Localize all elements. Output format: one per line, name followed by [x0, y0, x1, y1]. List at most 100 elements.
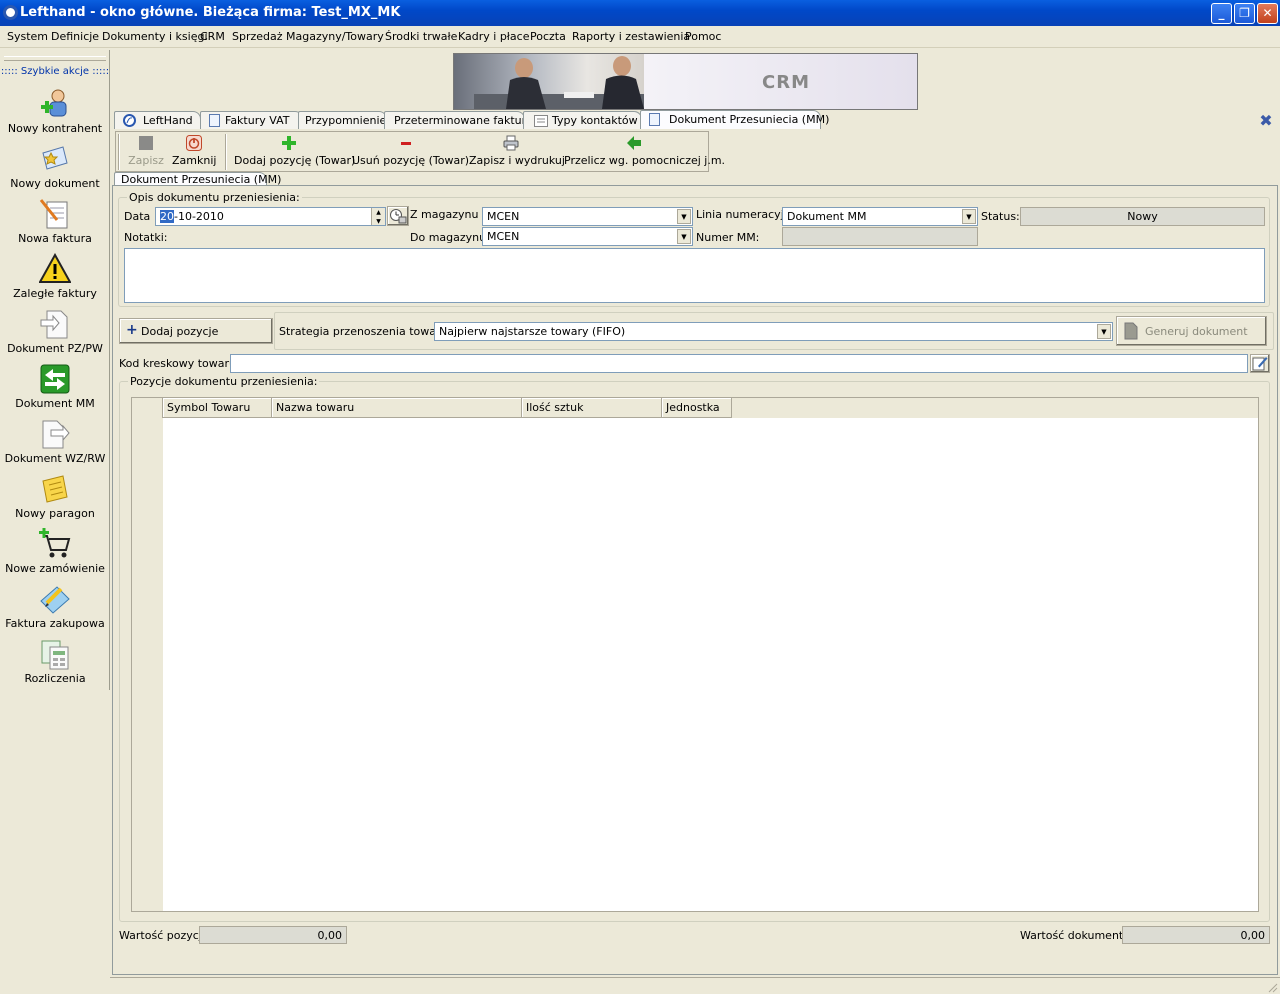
- items-table[interactable]: Symbol Towaru Nazwa towaru Ilość sztuk J…: [131, 397, 1259, 912]
- tab-lefthand[interactable]: LeftHand: [114, 111, 201, 129]
- barcode-label: Kod kreskowy towaru:: [119, 357, 240, 370]
- window-title: Lefthand - okno główne. Bieżąca firma: T…: [20, 5, 401, 20]
- date-selected: 20: [160, 210, 174, 223]
- resize-grip-icon[interactable]: [1266, 981, 1278, 993]
- sidebar-item-label: Nowy paragon: [15, 507, 95, 520]
- lefthand-logo-icon: [123, 114, 136, 127]
- tab-label: Dokument Przesuniecia (MM): [669, 113, 830, 126]
- sidebar-item-faktura-zakupowa[interactable]: Faktura zakupowa: [0, 583, 110, 638]
- list-icon: [534, 115, 548, 127]
- from-warehouse-label: Z magazynu: [410, 208, 479, 221]
- group-legend: Pozycje dokumentu przeniesienia:: [130, 375, 318, 388]
- sidebar-item-rozliczenia[interactable]: Rozliczenia: [0, 638, 110, 693]
- tab-przeterminowane-faktury[interactable]: Przeterminowane faktury: [384, 111, 533, 129]
- column-header[interactable]: Nazwa towaru: [272, 398, 522, 418]
- notes-textarea[interactable]: [124, 248, 1265, 303]
- notes-label: Notatki:: [124, 231, 168, 244]
- add-items-button[interactable]: + Dodaj pozycje: [119, 318, 273, 344]
- remove-item-button[interactable]: Usuń pozycję (Towar): [352, 132, 469, 171]
- tab-typy-kontaktow[interactable]: Typy kontaktów: [523, 111, 642, 129]
- minus-icon: [401, 142, 411, 145]
- tab-przypomnienie[interactable]: Przypomnienie: [298, 111, 387, 129]
- crm-banner: CRM: [453, 53, 918, 110]
- sidebar-item-dokument-wz-rw[interactable]: Dokument WZ/RW: [0, 418, 110, 473]
- edit-barcode-button[interactable]: [1250, 354, 1270, 373]
- sidebar-grip: [4, 56, 106, 61]
- sidebar-item-dokument-pz-pw[interactable]: Dokument PZ/PW: [0, 308, 110, 363]
- tab-label: Przeterminowane faktury: [394, 114, 533, 127]
- generate-document-button[interactable]: Generuj dokument: [1116, 316, 1267, 346]
- menu-bar: System Definicje Dokumenty i księgi CRM …: [0, 26, 1280, 48]
- minimize-button[interactable]: _: [1211, 3, 1232, 24]
- menu-crm[interactable]: CRM: [200, 30, 225, 43]
- sidebar-item-nowy-paragon[interactable]: Nowy paragon: [0, 473, 110, 528]
- date-label: Data: [124, 210, 151, 223]
- save-button[interactable]: Zapisz: [126, 132, 166, 171]
- close-document-button[interactable]: Zamknij: [172, 132, 216, 171]
- strategy-value: Najpierw najstarsze towary (FIFO): [439, 325, 626, 338]
- date-field[interactable]: 20-10-2010 ▲ ▼: [155, 207, 386, 226]
- calendar-button[interactable]: [387, 206, 409, 226]
- save-label: Zapisz: [128, 154, 164, 167]
- status-field: Nowy: [1020, 207, 1265, 226]
- add-item-button[interactable]: Dodaj pozycję (Towar): [234, 132, 355, 171]
- purchase-invoice-icon: [40, 586, 70, 614]
- row-header-column: [132, 398, 163, 418]
- strategy-label: Strategia przenoszenia towarów:: [279, 325, 460, 338]
- calendar-clock-icon: [390, 209, 407, 224]
- strategy-select[interactable]: Najpierw najstarsze towary (FIFO) ▼: [434, 322, 1113, 341]
- save-print-label: Zapisz i wydrukuj: [469, 154, 565, 167]
- close-window-button[interactable]: ✕: [1257, 3, 1278, 24]
- date-spinner[interactable]: ▲ ▼: [371, 208, 385, 225]
- sidebar-item-label: Nowy kontrahent: [7, 122, 103, 135]
- from-warehouse-select[interactable]: MCEN ▼: [482, 207, 693, 226]
- menu-poczta[interactable]: Poczta: [530, 30, 566, 43]
- menu-system[interactable]: System: [7, 30, 48, 43]
- menu-pomoc[interactable]: Pomoc: [685, 30, 721, 43]
- settlements-icon: [41, 640, 69, 670]
- sidebar-item-zalegle-faktury[interactable]: Zaległe faktury: [0, 253, 110, 308]
- stop-icon: [139, 136, 153, 150]
- chevron-down-icon[interactable]: ▼: [1097, 324, 1111, 339]
- numbering-line-value: Dokument MM: [787, 210, 867, 223]
- invoice-icon: [39, 199, 68, 229]
- column-header[interactable]: Symbol Towaru: [163, 398, 272, 418]
- column-header[interactable]: Jednostka: [662, 398, 732, 418]
- menu-srodki-trwale[interactable]: Środki trwałe: [385, 30, 457, 43]
- menu-magazyny[interactable]: Magazyny/Towary: [286, 30, 384, 43]
- menu-raporty[interactable]: Raporty i zestawienia: [572, 30, 690, 43]
- close-tab-icon[interactable]: ✖: [1257, 113, 1275, 129]
- app-logo-icon: [3, 5, 18, 20]
- menu-sprzedaz[interactable]: Sprzedaż: [232, 30, 283, 43]
- sidebar-item-label: Dokument PZ/PW: [7, 342, 103, 355]
- save-print-button[interactable]: Zapisz i wydrukuj: [469, 132, 565, 171]
- sidebar-item-nowe-zamowienie[interactable]: Nowe zamówienie: [0, 528, 110, 583]
- tab-dokument-przesuniecia[interactable]: Dokument Przesuniecia (MM): [640, 110, 829, 129]
- column-header[interactable]: Ilość sztuk: [522, 398, 662, 418]
- restore-button[interactable]: ❐: [1234, 3, 1255, 24]
- add-items-label: Dodaj pozycje: [141, 325, 219, 338]
- tab-faktury-vat[interactable]: Faktury VAT: [200, 111, 303, 129]
- document-value-label: Wartość dokumentu:: [1020, 929, 1134, 942]
- sidebar-item-nowy-kontrahent[interactable]: Nowy kontrahent: [0, 88, 110, 143]
- recalc-button[interactable]: Przelicz wg. pomocniczej j.m.: [564, 132, 725, 171]
- barcode-input[interactable]: [230, 354, 1248, 373]
- numbering-line-select[interactable]: Dokument MM ▼: [782, 207, 978, 226]
- table-body[interactable]: [163, 418, 1258, 911]
- menu-definicje[interactable]: Definicje: [51, 30, 99, 43]
- sidebar-item-dokument-mm[interactable]: Dokument MM: [0, 363, 110, 418]
- pencil-edit-icon: [1252, 357, 1268, 371]
- chevron-down-icon[interactable]: ▼: [962, 209, 976, 224]
- menu-kadry[interactable]: Kadry i płace: [458, 30, 530, 43]
- chevron-down-icon[interactable]: ▼: [677, 229, 691, 244]
- sidebar-item-label: Dokument MM: [15, 397, 95, 410]
- sidebar-item-nowa-faktura[interactable]: Nowa faktura: [0, 198, 110, 253]
- menu-dokumenty[interactable]: Dokumenty i księgi: [102, 30, 208, 43]
- warning-icon: [39, 253, 71, 283]
- quick-actions-sidebar: ::::: Szybkie akcje ::::: Nowy kontrahen…: [0, 50, 110, 690]
- to-warehouse-select[interactable]: MCEN ▼: [482, 227, 693, 246]
- mm-number-label: Numer MM:: [696, 231, 760, 244]
- generate-label: Generuj dokument: [1145, 325, 1248, 338]
- chevron-down-icon[interactable]: ▼: [677, 209, 691, 224]
- sidebar-item-nowy-dokument[interactable]: Nowy dokument: [0, 143, 110, 198]
